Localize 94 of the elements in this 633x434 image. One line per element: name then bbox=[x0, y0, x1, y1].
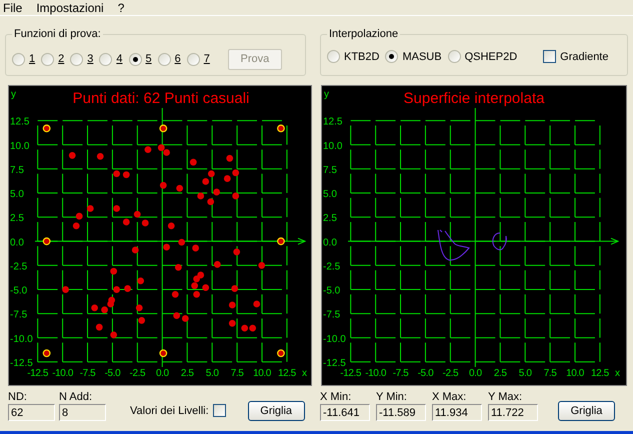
tick-label: 0.0 bbox=[323, 237, 337, 248]
tick-label: 0.0 bbox=[468, 368, 482, 379]
tick-label: 2.5 bbox=[494, 368, 507, 379]
radio-label: KTB2D bbox=[344, 50, 380, 64]
radio-button[interactable] bbox=[385, 50, 398, 64]
input-field[interactable]: 62 bbox=[8, 404, 55, 421]
field-label: Y Min: bbox=[376, 390, 408, 403]
radio-button[interactable] bbox=[99, 52, 112, 66]
input-field[interactable]: 11.722 bbox=[488, 404, 538, 421]
menu-item[interactable]: File bbox=[3, 0, 22, 16]
field-label: N Add: bbox=[59, 390, 94, 403]
tick-label: -12.5 bbox=[27, 368, 48, 379]
radio-label: 4 bbox=[116, 52, 122, 67]
radio-button[interactable] bbox=[448, 50, 461, 64]
tick-label: 10.0 bbox=[566, 368, 584, 379]
tick-label: 12.5 bbox=[323, 116, 342, 128]
tick-label: 5.0 bbox=[518, 368, 532, 379]
menu-item[interactable]: Impostazioni bbox=[36, 0, 104, 16]
tick-label: 7.5 bbox=[544, 368, 556, 379]
tick-label: 10.0 bbox=[253, 368, 271, 379]
tick-label: -10.0 bbox=[365, 368, 386, 379]
radio-button[interactable] bbox=[70, 52, 84, 66]
tick-label: 0.0 bbox=[156, 368, 169, 379]
tick-label: -5.0 bbox=[418, 368, 434, 379]
field-label: Y Max: bbox=[488, 390, 524, 403]
field-label: X Min: bbox=[320, 390, 352, 403]
tick-label: -2.5 bbox=[442, 368, 458, 379]
radio-button[interactable] bbox=[12, 52, 25, 66]
tick-label: -10.0 bbox=[52, 368, 73, 379]
tick-label: 2.5 bbox=[323, 213, 337, 224]
radio-label: 7 bbox=[204, 52, 210, 67]
menu-item[interactable]: ? bbox=[118, 0, 124, 16]
input-field[interactable]: 8 bbox=[59, 404, 106, 421]
radio-label: 5 bbox=[146, 52, 152, 67]
axis-label: y bbox=[11, 89, 16, 100]
radio-label: QSHEP2D bbox=[464, 50, 518, 64]
tick-label: 12.5 bbox=[590, 368, 609, 379]
tick-label: -10.0 bbox=[323, 334, 346, 345]
checkbox-label: Gradiente bbox=[560, 50, 608, 64]
tick-label: -10.0 bbox=[10, 334, 33, 345]
grid-button[interactable]: Griglia bbox=[248, 401, 305, 421]
tick-label: -12.5 bbox=[340, 368, 362, 379]
tick-label: -7.5 bbox=[10, 310, 28, 321]
radio-button[interactable] bbox=[158, 52, 171, 66]
tick-label: 5.0 bbox=[323, 189, 337, 200]
tick-label: -5.0 bbox=[323, 286, 340, 297]
field-label: ND: bbox=[8, 390, 28, 403]
tick-label: 7.5 bbox=[10, 164, 24, 176]
tick-label: -5.0 bbox=[104, 368, 120, 379]
radio-label: 2 bbox=[58, 52, 64, 67]
tick-label: 12.5 bbox=[10, 116, 30, 128]
contour-line-drawing bbox=[438, 230, 507, 261]
tick-label: -12.5 bbox=[10, 358, 33, 369]
radio-button[interactable] bbox=[128, 52, 142, 66]
tick-label: -12.5 bbox=[323, 358, 346, 369]
checkbox[interactable] bbox=[543, 50, 556, 64]
group-title: Interpolazione bbox=[328, 27, 400, 42]
axis-label: x bbox=[615, 368, 620, 379]
tick-label: 5.0 bbox=[206, 368, 218, 379]
tick-label: 10.0 bbox=[10, 140, 30, 152]
tick-label: 12.5 bbox=[278, 368, 296, 379]
tick-label: -2.5 bbox=[323, 261, 340, 272]
tick-label: 10.0 bbox=[323, 140, 342, 152]
field-label: X Max: bbox=[432, 390, 468, 403]
radio-button[interactable] bbox=[186, 52, 200, 66]
radio-button[interactable] bbox=[41, 52, 54, 66]
radio-label: MASUB bbox=[402, 50, 442, 64]
chart-title: Superficie interpolata bbox=[404, 90, 544, 107]
tick-label: 2.5 bbox=[10, 213, 24, 224]
tick-label: 7.5 bbox=[323, 164, 337, 176]
axis-label: y bbox=[324, 89, 329, 100]
checkbox-label: Valori dei Livelli: bbox=[130, 404, 209, 418]
radio-button[interactable] bbox=[327, 50, 340, 64]
tick-label: 0.0 bbox=[10, 237, 24, 248]
radio-label: 3 bbox=[87, 52, 94, 67]
tick-label: 5.0 bbox=[10, 189, 24, 200]
tick-label: -7.5 bbox=[80, 368, 96, 379]
tick-label: -5.0 bbox=[10, 286, 28, 297]
tick-label: 7.5 bbox=[230, 368, 244, 379]
input-field[interactable]: -11.589 bbox=[376, 404, 426, 421]
tick-label: -7.5 bbox=[392, 368, 408, 379]
input-field[interactable]: 11.934 bbox=[432, 404, 482, 421]
radio-label: 6 bbox=[174, 52, 181, 67]
group-title: Funzioni di prova: bbox=[13, 27, 102, 42]
tick-label: -7.5 bbox=[323, 310, 340, 321]
radio-label: 1 bbox=[29, 52, 36, 67]
axis-label: x bbox=[302, 368, 307, 379]
chart-title: Punti dati: 62 Punti casuali bbox=[72, 90, 250, 107]
checkbox[interactable] bbox=[212, 404, 226, 418]
grid-button[interactable]: Griglia bbox=[558, 401, 615, 421]
tick-label: -2.5 bbox=[10, 261, 28, 272]
tick-label: -2.5 bbox=[130, 368, 146, 379]
input-field[interactable]: -11.641 bbox=[320, 404, 370, 421]
tick-label: 2.5 bbox=[180, 368, 194, 379]
